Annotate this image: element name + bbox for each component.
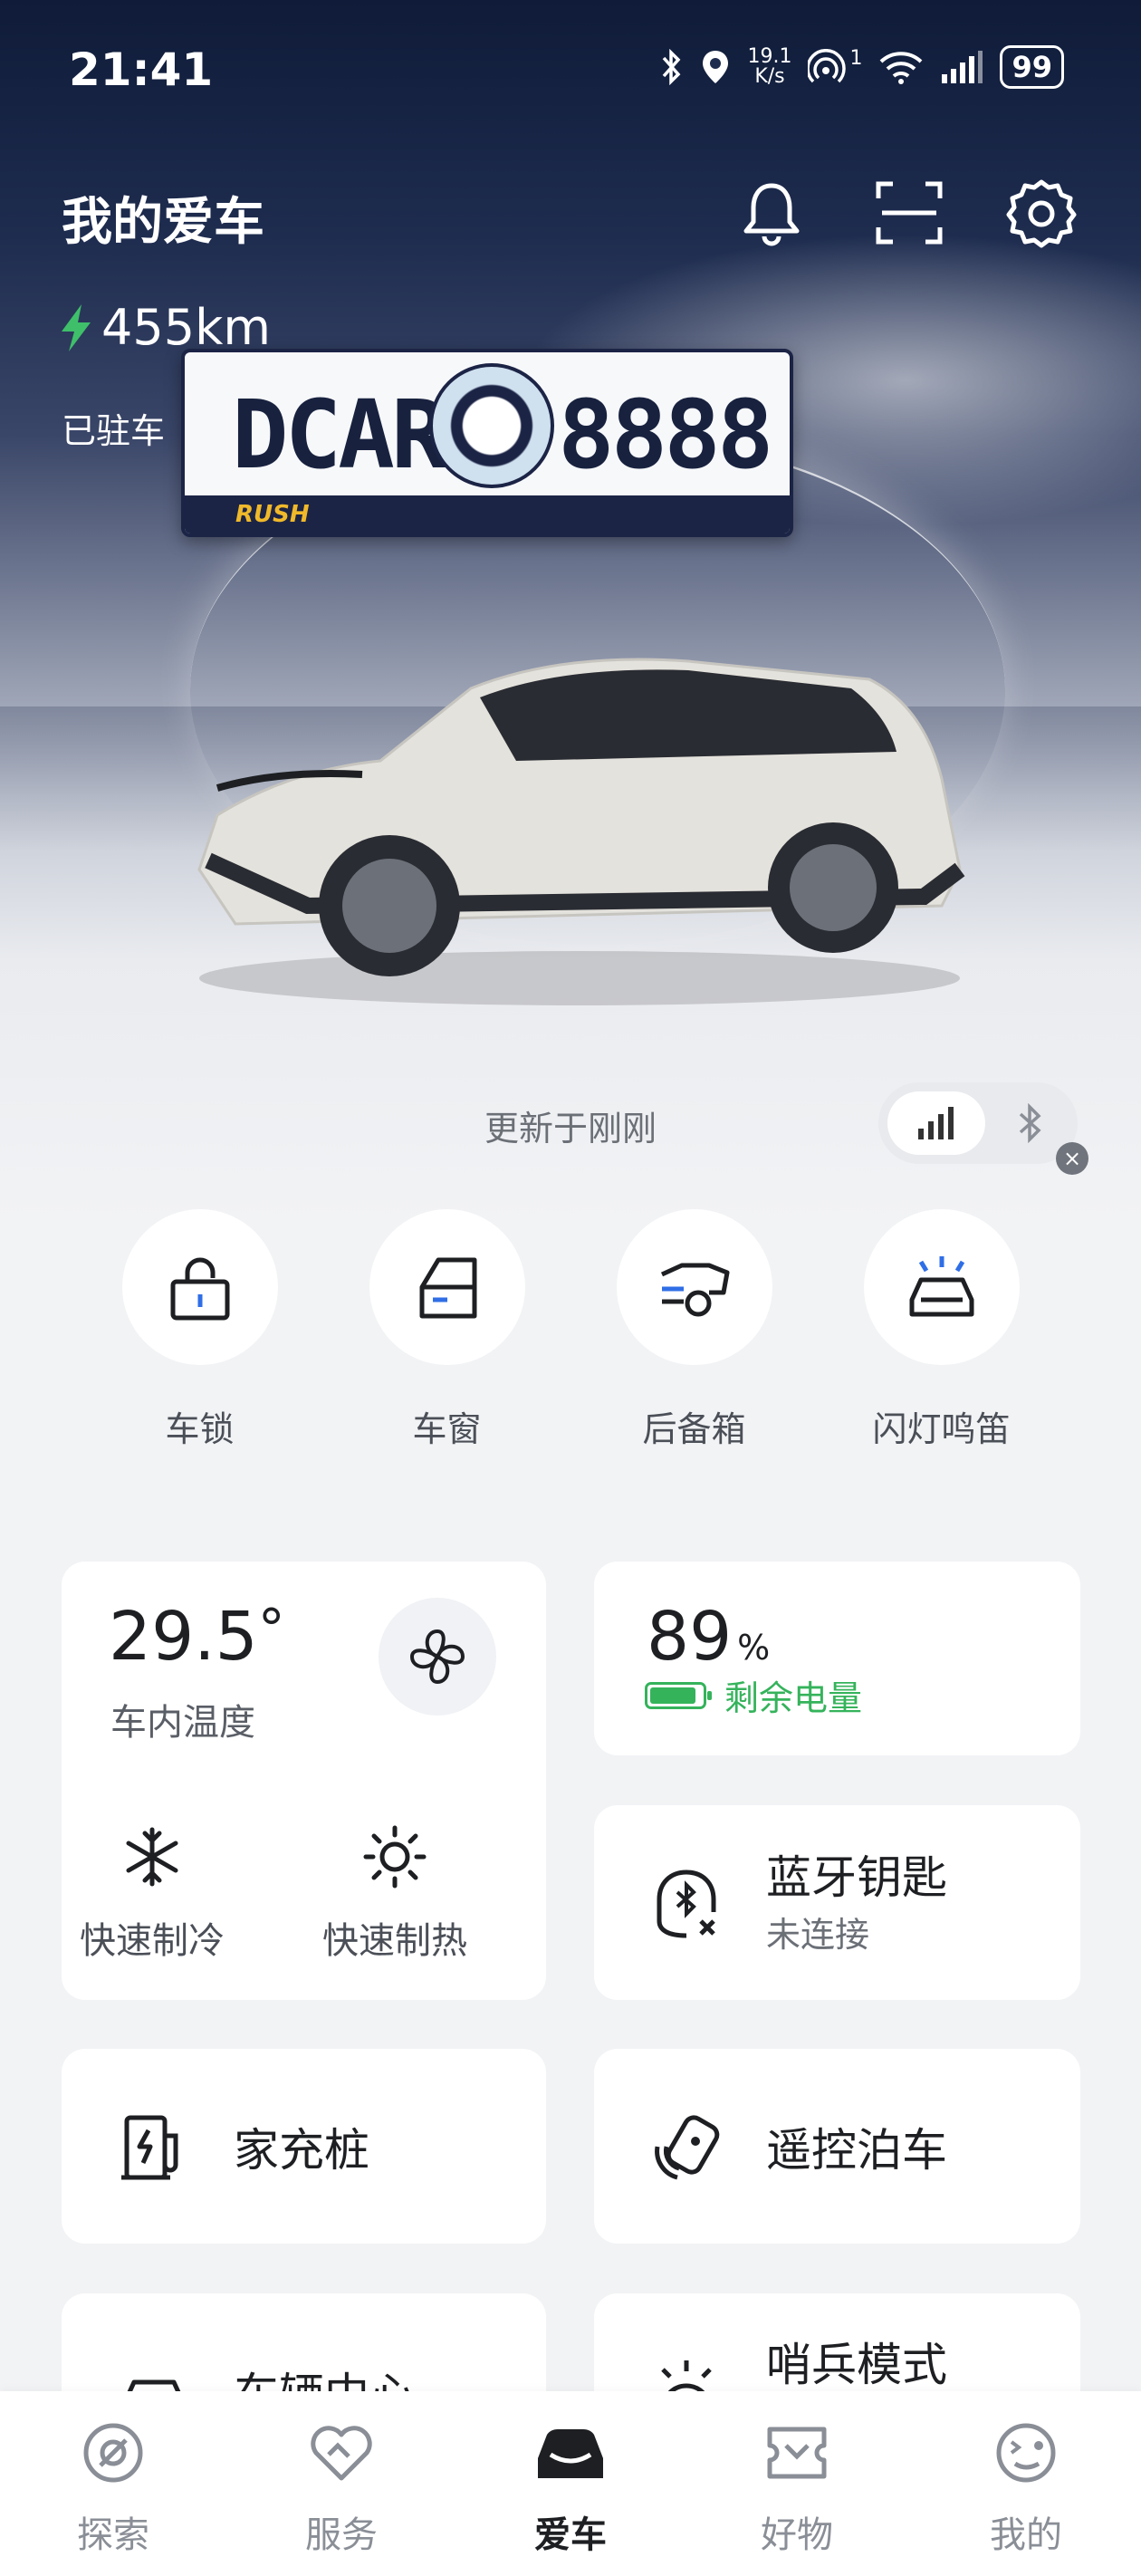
quick-heat-label: 快速制热: [322, 1920, 467, 1962]
home-charger-card[interactable]: 家充桩: [62, 2049, 546, 2244]
settings-gear-icon[interactable]: [1005, 177, 1078, 249]
quick-action-label: 后备箱: [642, 1409, 746, 1449]
service-icon: [311, 2426, 372, 2481]
shop-icon: [767, 2427, 827, 2479]
sun-icon: [363, 1825, 427, 1889]
cabin-temperature-label: 车内温度: [110, 1702, 255, 1744]
bottom-tab-bar: 探索 服务 爱车 好物 我的: [0, 2391, 1141, 2576]
bluetooth-option[interactable]: [994, 1091, 1067, 1155]
bluetooth-off-badge: ×: [1056, 1142, 1088, 1175]
battery-remaining-label: 剩余电量: [724, 1678, 863, 1718]
flash-horn-button[interactable]: [863, 1209, 1020, 1365]
quick-action-label: 车窗: [412, 1409, 482, 1449]
cellular-option[interactable]: [887, 1091, 985, 1155]
quick-action-lock[interactable]: 车锁: [120, 1209, 279, 1451]
lock-icon: [170, 1257, 229, 1321]
quick-action-label: 闪灯鸣笛: [872, 1409, 1011, 1449]
battery-remaining: 剩余电量: [645, 1670, 862, 1720]
battery-card[interactable]: 89% 剩余电量: [594, 1562, 1080, 1755]
connection-toggle[interactable]: ×: [878, 1082, 1088, 1175]
charging-bolt-icon: [62, 303, 91, 351]
battery-level-icon: [645, 1681, 712, 1709]
page-title: 我的爱车: [62, 193, 264, 252]
snowflake-icon: [126, 1827, 178, 1887]
plate-brand: RUSH: [235, 501, 310, 528]
wifi-icon: [880, 52, 923, 84]
net-speed: 19.1 K/s: [747, 45, 792, 88]
license-plate: DCAR 8888 RUSH: [181, 349, 793, 537]
cabin-temperature: 29.5°: [109, 1598, 285, 1676]
status-bar: 21:41 19.1 K/s 1 99: [0, 0, 1141, 136]
range-display: 455km: [58, 299, 271, 356]
quick-action-window[interactable]: 车窗: [368, 1209, 526, 1451]
bluetooth-icon: [1019, 1103, 1041, 1143]
scan-icon[interactable]: [873, 177, 945, 249]
fan-button[interactable]: [379, 1598, 496, 1716]
remote-parking-icon: [655, 2114, 720, 2179]
range-value: 455km: [101, 299, 271, 356]
explore-icon: [83, 2423, 143, 2483]
tab-car[interactable]: 爱车: [489, 2418, 652, 2558]
bell-icon[interactable]: [735, 177, 808, 249]
plate-right-text: 8888: [558, 380, 773, 490]
charger-icon: [121, 2115, 178, 2179]
hotspot-count: 1: [849, 46, 863, 70]
location-icon: [703, 51, 729, 83]
tab-label: 好物: [761, 2514, 833, 2556]
lock-button[interactable]: [121, 1209, 278, 1365]
remote-parking-title: 遥控泊车: [766, 2123, 947, 2177]
tab-profile[interactable]: 我的: [944, 2418, 1107, 2558]
quick-heat-button[interactable]: 快速制热: [304, 1824, 485, 1964]
bluetooth-key-icon: [657, 1870, 716, 1937]
profile-icon: [996, 2423, 1056, 2483]
hotspot-icon: [808, 49, 847, 83]
trunk-icon: [660, 1263, 729, 1317]
quick-action-label: 车锁: [165, 1409, 235, 1449]
battery-indicator: 99: [1000, 45, 1064, 89]
status-time: 21:41: [69, 43, 214, 96]
car-image[interactable]: [181, 634, 978, 1014]
remote-parking-card[interactable]: 遥控泊车: [594, 2049, 1080, 2244]
climate-card[interactable]: 29.5° 车内温度 快速制冷 快速制热: [62, 1562, 546, 2000]
bluetooth-key-title: 蓝牙钥匙: [766, 1851, 947, 1904]
bluetooth-icon: [663, 49, 681, 85]
quick-action-trunk[interactable]: 后备箱: [615, 1209, 773, 1451]
cellular-signal-icon: [918, 1107, 954, 1139]
signal-icon: [942, 51, 983, 83]
tab-label: 爱车: [534, 2514, 607, 2556]
fan-icon: [410, 1629, 465, 1684]
battery-percent: 89%: [647, 1598, 771, 1676]
trunk-button[interactable]: [616, 1209, 772, 1365]
tab-label: 探索: [77, 2514, 149, 2556]
window-button[interactable]: [369, 1209, 525, 1365]
home-charger-title: 家充桩: [234, 2123, 369, 2177]
plate-emblem: [429, 363, 554, 488]
quick-cool-label: 快速制冷: [80, 1920, 225, 1962]
tab-label: 服务: [305, 2514, 378, 2556]
tab-shop[interactable]: 好物: [715, 2418, 878, 2558]
quick-action-flash-horn[interactable]: 闪灯鸣笛: [862, 1209, 1021, 1451]
parked-status: 已驻车: [62, 411, 166, 451]
tab-service[interactable]: 服务: [260, 2418, 423, 2558]
plate-left-text: DCAR: [232, 380, 447, 490]
bluetooth-key-status: 未连接: [766, 1915, 870, 1955]
window-icon: [419, 1257, 476, 1319]
tab-explore[interactable]: 探索: [32, 2418, 195, 2558]
quick-cool-button[interactable]: 快速制冷: [62, 1824, 243, 1964]
car-icon: [538, 2429, 603, 2478]
tab-label: 我的: [990, 2514, 1062, 2556]
bluetooth-key-card[interactable]: 蓝牙钥匙 未连接: [594, 1805, 1080, 2000]
sentry-mode-title: 哨兵模式: [766, 2339, 947, 2392]
status-icons: 19.1 K/s 1 99: [660, 45, 1064, 89]
flash-horn-icon: [909, 1256, 973, 1317]
